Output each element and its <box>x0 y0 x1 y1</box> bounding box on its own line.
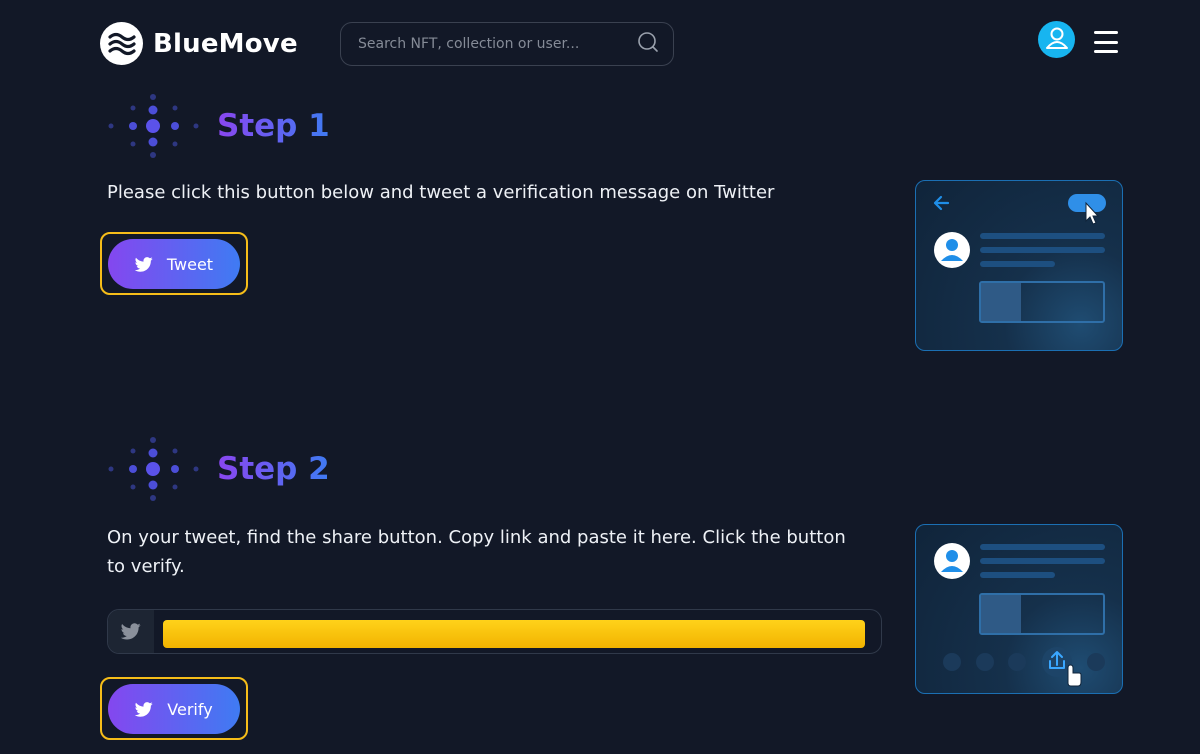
search-input[interactable] <box>358 36 637 52</box>
verify-button-label: Verify <box>167 699 213 719</box>
twitter-prefix <box>108 610 154 653</box>
share-illustration <box>915 524 1123 694</box>
search-box[interactable] <box>340 22 674 66</box>
hamburger-menu-icon[interactable] <box>1094 31 1118 53</box>
verify-button-highlight: Verify <box>100 677 248 740</box>
step2-header: Step 2 <box>107 437 330 501</box>
step1-description: Please click this button below and tweet… <box>107 182 775 203</box>
step2-description-line2: to verify. <box>107 556 185 577</box>
tweet-button[interactable]: Tweet <box>108 239 240 289</box>
step2-title: Step 2 <box>217 451 330 487</box>
brand-logo[interactable]: BlueMove <box>100 22 298 65</box>
waves-logo-icon <box>100 22 143 65</box>
twitter-bird-icon <box>121 623 141 640</box>
pointer-cursor-icon <box>1067 664 1082 687</box>
step2-description-line1: On your tweet, find the share button. Co… <box>107 527 846 548</box>
step2-description: On your tweet, find the share button. Co… <box>107 523 846 581</box>
tweet-button-label: Tweet <box>166 254 214 274</box>
arrow-left-icon <box>933 195 950 211</box>
twitter-bird-icon <box>134 256 153 272</box>
dots-decoration-icon <box>108 94 199 158</box>
step1-header: Step 1 <box>107 94 330 158</box>
verify-button[interactable]: Verify <box>108 684 240 734</box>
tweet-illustration <box>915 180 1123 351</box>
brand-name: BlueMove <box>153 28 298 59</box>
tweet-link-field[interactable] <box>107 609 882 654</box>
user-icon <box>1044 25 1070 55</box>
step1-title: Step 1 <box>217 108 330 144</box>
tweet-link-input[interactable] <box>163 620 865 648</box>
search-icon[interactable] <box>637 31 659 57</box>
tweet-button-highlight: Tweet <box>100 232 248 295</box>
twitter-bird-icon <box>135 701 153 717</box>
dots-decoration-icon <box>108 437 199 501</box>
user-avatar-button[interactable] <box>1038 21 1075 58</box>
